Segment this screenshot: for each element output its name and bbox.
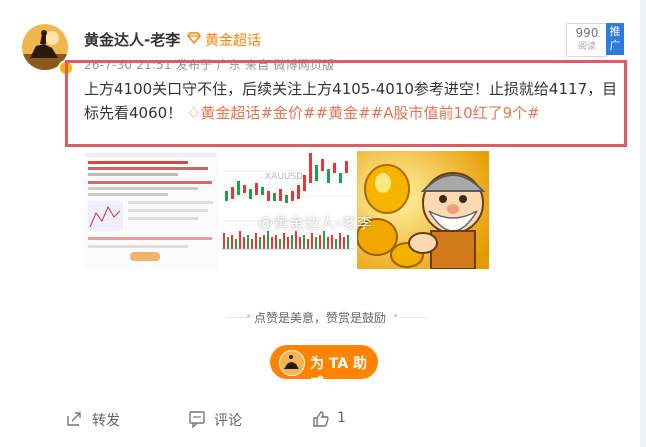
comment-icon[interactable] xyxy=(188,410,206,428)
reward-prompt: 点赞是美意，赞赏是鼓励 xyxy=(253,311,386,325)
divider-right xyxy=(400,317,428,318)
like-icon[interactable] xyxy=(312,410,330,428)
read-count: 990 xyxy=(575,26,599,40)
topic-link-supertopic[interactable]: 黄金超话 xyxy=(200,104,260,122)
post-text: 上方4100关口守不住，后续关注上方4105-4010参考进空！止损就给4117… xyxy=(84,77,624,125)
topic-diamond-icon: ♢ xyxy=(186,104,201,122)
post-image-1[interactable] xyxy=(84,151,218,269)
supertopic-tag[interactable]: 黄金超话 xyxy=(205,30,261,50)
weibo-post-card: 黄金达人-老李 黄金超话 26-7-30 21:51 发布于 广东 来自 微博网… xyxy=(0,0,640,447)
post-image-2[interactable]: XAUUSD xyxy=(221,151,354,269)
topic-link-gold-price[interactable]: #金价# xyxy=(260,104,315,122)
repost-button[interactable]: 转发 xyxy=(92,410,120,430)
image-watermark: @黄金达人-老李 xyxy=(258,214,373,232)
chart-label: XAUUSD xyxy=(265,172,303,182)
topic-link-a-share[interactable]: #A股市值前10红了9个# xyxy=(371,104,540,122)
repost-icon[interactable] xyxy=(65,410,83,428)
diamond-icon xyxy=(187,32,201,44)
read-count-label: 阅读 xyxy=(577,42,596,52)
promote-button[interactable]: 推广 xyxy=(606,23,624,55)
cheer-button-label: 为 TA 助威 xyxy=(310,356,368,392)
read-count-box: 990 阅读 xyxy=(566,23,608,57)
like-count[interactable]: 1 xyxy=(337,410,346,426)
divider-dot-right xyxy=(394,314,397,317)
post-image-3[interactable] xyxy=(357,151,489,269)
cheer-button[interactable]: 为 TA 助威 xyxy=(270,345,378,392)
comment-button[interactable]: 评论 xyxy=(214,410,242,430)
username-link[interactable]: 黄金达人-老李 xyxy=(84,29,180,50)
cheer-avatar xyxy=(279,350,305,376)
topic-link-gold[interactable]: #黄金# xyxy=(316,104,371,122)
